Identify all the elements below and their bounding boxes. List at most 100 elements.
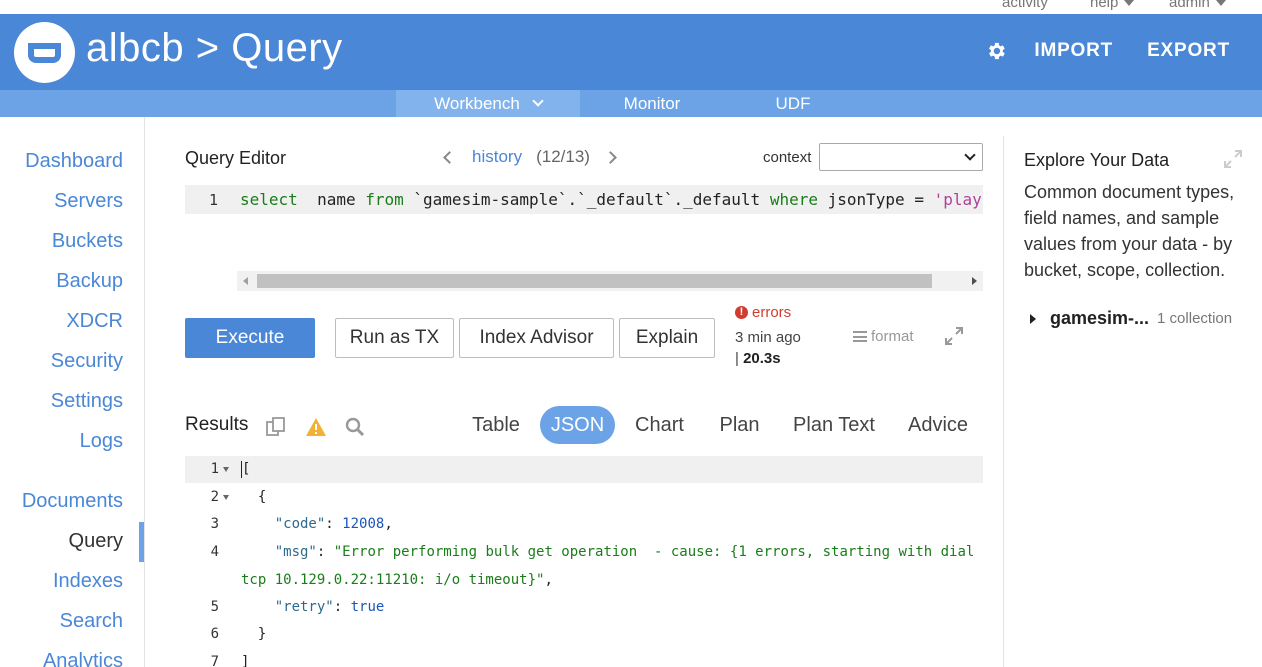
chevron-left-icon[interactable] <box>443 150 456 164</box>
expand-icon[interactable] <box>945 327 963 345</box>
json-line-number: 5 <box>210 599 219 615</box>
fold-arrow-icon[interactable] <box>223 467 229 472</box>
history-nav: history (12/13) <box>443 147 617 167</box>
import-button[interactable]: IMPORT <box>1034 40 1113 62</box>
admin-menu[interactable]: admin <box>1169 0 1226 11</box>
json-line-number: 2 <box>210 489 219 505</box>
sidebar-item-query[interactable]: Query <box>69 530 123 553</box>
scroll-right-icon[interactable] <box>972 277 977 285</box>
json-value: true <box>350 599 385 615</box>
error-icon: ! <box>735 306 748 319</box>
sidebar-active-indicator <box>139 522 144 562</box>
sidebar-item-buckets[interactable]: Buckets <box>52 230 123 253</box>
results-title: Results <box>185 414 249 435</box>
scroll-left-icon[interactable] <box>243 277 248 285</box>
query-duration: | 20.3s <box>735 350 801 367</box>
sidebar-item-documents[interactable]: Documents <box>22 490 123 513</box>
tab-udf[interactable]: UDF <box>742 90 844 117</box>
json-line-text: ] <box>241 654 250 667</box>
json-punct: , <box>384 516 393 532</box>
json-line: 6 } <box>185 621 983 648</box>
editor-gutter: 1 <box>185 185 240 214</box>
explore-data-panel: Explore Your Data Common document types,… <box>1003 136 1262 667</box>
query-status: ! errors 3 min ago | 20.3s <box>735 304 801 367</box>
chevron-down-icon <box>964 149 976 161</box>
bucket-tree-item[interactable]: gamesim-... 1 collection <box>1030 308 1232 329</box>
query-fragment: name <box>297 190 366 209</box>
json-line-number: 1 <box>210 461 219 477</box>
json-line: 3 "code": 12008, <box>185 511 983 538</box>
tab-plan-text[interactable]: Plan Text <box>785 406 883 444</box>
query-subnav: Workbench Monitor UDF <box>0 90 1262 117</box>
sidebar-item-dashboard[interactable]: Dashboard <box>25 150 123 173</box>
json-results-viewer[interactable]: 1 [ 2 { 3 "code": 12008, 4 "msg": "Error… <box>185 456 983 667</box>
sidebar-item-backup[interactable]: Backup <box>56 270 123 293</box>
export-button[interactable]: EXPORT <box>1147 40 1230 62</box>
explain-button[interactable]: Explain <box>619 318 715 358</box>
scrollbar-thumb[interactable] <box>257 274 932 288</box>
bucket-name: gamesim-... <box>1050 308 1150 328</box>
context-label: context <box>763 149 812 166</box>
editor-horizontal-scrollbar[interactable] <box>237 271 983 291</box>
copy-icon[interactable] <box>265 416 287 438</box>
execute-button[interactable]: Execute <box>185 318 315 358</box>
tab-chart[interactable]: Chart <box>627 406 692 444</box>
errors-status[interactable]: ! errors <box>735 304 801 321</box>
fold-arrow-icon[interactable] <box>223 495 229 500</box>
json-line: 5 "retry": true <box>185 594 983 621</box>
sidebar-item-settings[interactable]: Settings <box>51 390 123 413</box>
activity-link[interactable]: activity <box>1002 0 1048 11</box>
json-line-text: tcp 10.129.0.22:11210: i/o timeout}", <box>241 567 553 594</box>
keyword-from: from <box>365 190 404 209</box>
tab-workbench[interactable]: Workbench <box>396 90 580 117</box>
format-label: format <box>871 328 914 345</box>
sidebar-item-search[interactable]: Search <box>60 610 123 633</box>
chevron-down-icon <box>532 95 544 107</box>
keyword-select: select <box>240 190 298 209</box>
search-icon[interactable] <box>344 416 366 438</box>
sidebar-item-logs[interactable]: Logs <box>80 430 123 453</box>
admin-label: admin <box>1169 0 1210 11</box>
format-button[interactable]: format <box>853 328 914 345</box>
sidebar-item-indexes[interactable]: Indexes <box>53 570 123 593</box>
json-line-text: "retry": true <box>274 599 385 615</box>
tab-advice[interactable]: Advice <box>901 406 975 444</box>
help-menu[interactable]: help <box>1090 0 1135 11</box>
run-as-tx-button[interactable]: Run as TX <box>335 318 454 358</box>
warning-icon[interactable] <box>305 416 327 438</box>
sidebar-item-analytics[interactable]: Analytics <box>43 650 123 667</box>
context-select[interactable] <box>819 143 983 171</box>
history-link[interactable]: history <box>472 147 522 167</box>
explore-description: Common document types, field names, and … <box>1024 182 1235 280</box>
duration-value: 20.3s <box>743 350 781 367</box>
expand-icon[interactable] <box>1224 150 1242 168</box>
collection-count: 1 collection <box>1157 310 1233 327</box>
json-bracket: [ <box>242 461 251 477</box>
couchbase-logo-icon[interactable] <box>14 22 75 83</box>
sidebar-item-security[interactable]: Security <box>51 350 123 373</box>
chevron-right-icon[interactable] <box>604 150 617 164</box>
tab-table[interactable]: Table <box>463 406 529 444</box>
tab-monitor[interactable]: Monitor <box>596 90 708 117</box>
json-value: "Error performing bulk get operation - c… <box>333 544 975 560</box>
query-fragment: `gamesim-sample`.`_default`._default <box>403 190 770 209</box>
tab-udf-label: UDF <box>775 94 811 113</box>
caret-right-icon[interactable] <box>1030 313 1036 324</box>
json-line: tcp 10.129.0.22:11210: i/o timeout}", <box>185 567 983 594</box>
json-line: 2 { <box>185 484 983 511</box>
history-count: (12/13) <box>536 147 590 166</box>
sidebar-item-servers[interactable]: Servers <box>54 190 123 213</box>
tab-json[interactable]: JSON <box>540 406 615 444</box>
sidebar-item-xdcr[interactable]: XDCR <box>66 310 123 333</box>
query-editor-title: Query Editor <box>185 148 287 168</box>
tab-plan[interactable]: Plan <box>712 406 767 444</box>
page-vertical-scrollbar[interactable] <box>1247 136 1262 667</box>
gear-icon[interactable] <box>985 40 1007 62</box>
json-line-number: 6 <box>210 626 219 642</box>
index-advisor-button[interactable]: Index Advisor <box>459 318 614 358</box>
json-value: 12008 <box>342 516 385 532</box>
query-time-ago: 3 min ago <box>735 329 801 346</box>
query-workbench: Query Editor history (12/13) context 1 s… <box>145 117 1003 667</box>
page-title: albcb > Query <box>86 26 343 70</box>
query-text[interactable]: select name from `gamesim-sample`.`_defa… <box>240 185 983 214</box>
